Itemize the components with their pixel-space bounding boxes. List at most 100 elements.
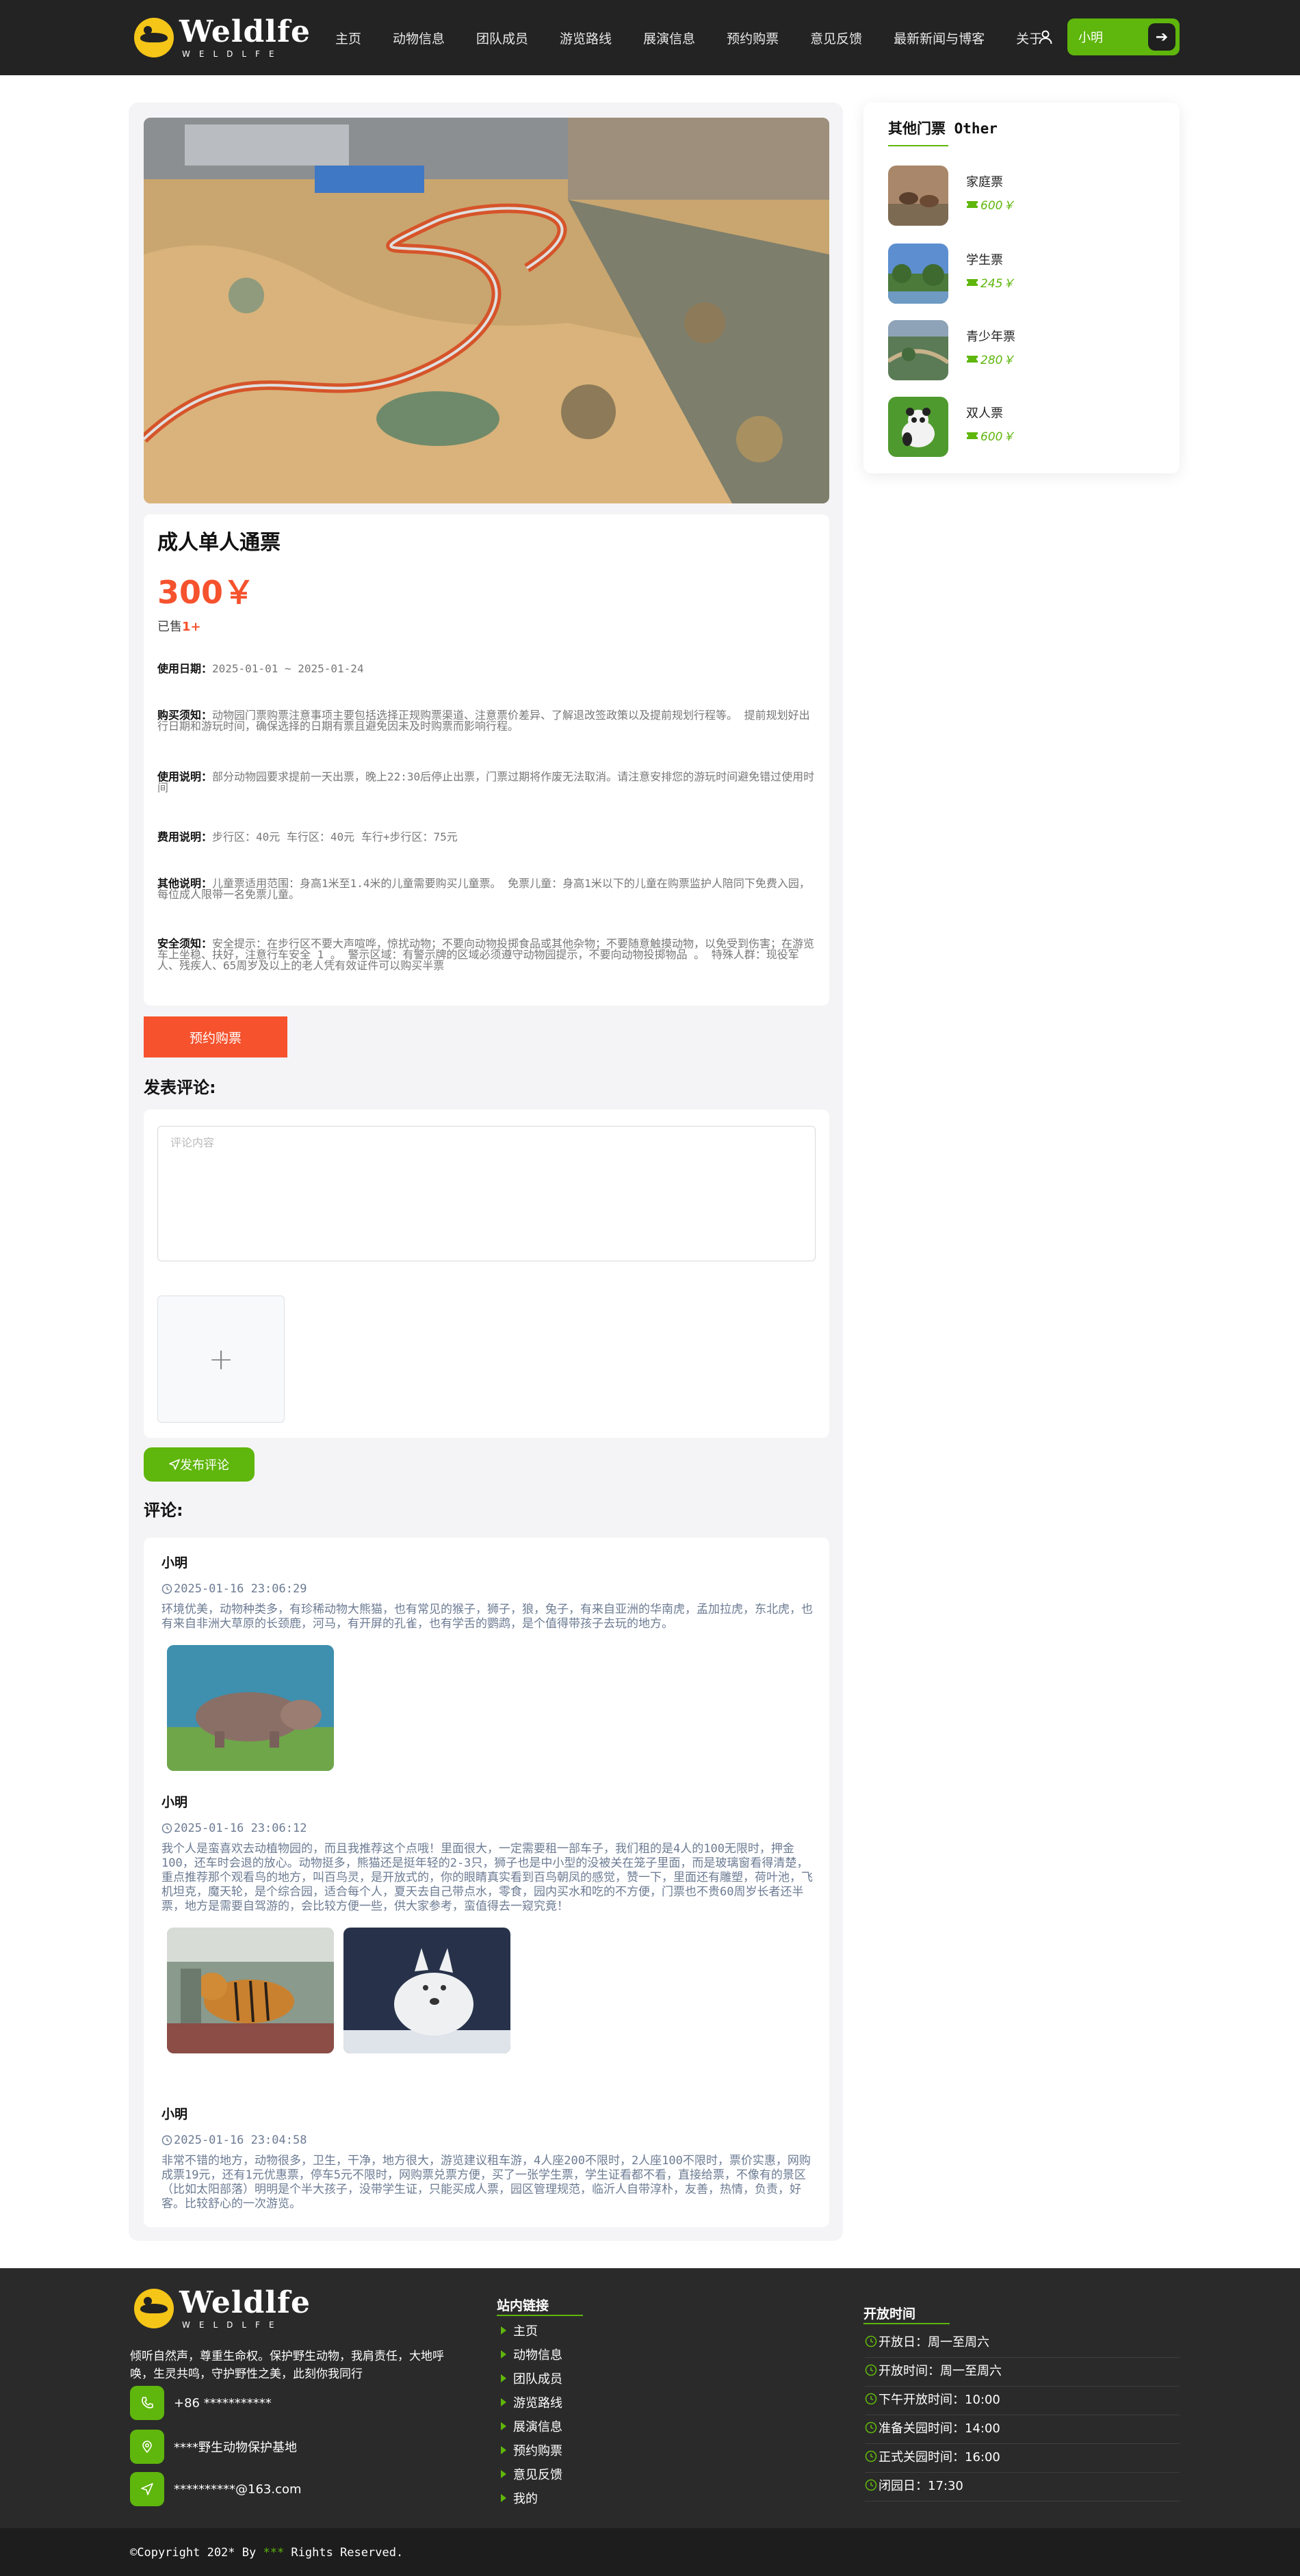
comment-time: 2025-01-16 23:06:29 (161, 1582, 816, 1596)
comment-time-text: 2025-01-16 23:06:12 (174, 1822, 307, 1835)
footer-hours-row: 闭园日：17:30 (865, 2476, 1180, 2501)
footer-contact-email[interactable]: **********@163.com (130, 2472, 302, 2506)
sidebar-ticket-name: 家庭票 (966, 175, 1003, 189)
image-upload-button[interactable]: + (157, 1296, 285, 1423)
comment-user: 小明 (161, 1795, 188, 1810)
brand-subtitle: WELDLFE (182, 49, 283, 59)
tiger-logo-icon (134, 18, 174, 57)
book-ticket-button[interactable]: 预约购票 (144, 1016, 287, 1057)
arrow-right-icon: ➔ (1148, 23, 1175, 51)
sidebar-title: 其他门票 Other (888, 120, 998, 137)
footer-links-underline (497, 2315, 583, 2316)
footer-link-feedback[interactable]: 意见反馈 (501, 2465, 562, 2483)
footer-hours-text: 闭园日：17:30 (879, 2479, 963, 2493)
info-text: 动物园门票购票注意事项主要包括选择正规购票渠道、注意票价差异、了解退改签政策以及… (157, 709, 810, 733)
info-text: 安全提示：在步行区不要大声喧哗，惊扰动物；不要向动物投掷食品或其他杂物；不要随意… (157, 937, 815, 972)
footer-hours-heading: 开放时间 (863, 2306, 916, 2322)
clock-icon (865, 2335, 877, 2348)
tiger-logo-icon (134, 2289, 174, 2328)
user-menu-button[interactable]: 小明 ➔ (1067, 18, 1180, 55)
nav-home[interactable]: 主页 (335, 29, 361, 47)
comment-time: 2025-01-16 23:04:58 (161, 2133, 816, 2147)
sidebar-ticket-couple[interactable]: 双人票 600￥ (888, 397, 1162, 458)
footer-hours-text: 准备关园时间：14:00 (879, 2421, 1000, 2436)
comment-user: 小明 (161, 1555, 188, 1570)
sidebar-ticket-youth[interactable]: 青少年票 280￥ (888, 320, 1162, 382)
brand-logo[interactable]: Weldlfe WELDLFE (134, 16, 311, 59)
comment-text: 非常不错的地方，动物很多，卫生，干净，地方很大，游览建议租车游，4人座200不限… (161, 2154, 811, 2211)
nav-team[interactable]: 团队成员 (476, 29, 528, 47)
ticket-title: 成人单人通票 (157, 531, 281, 555)
info-text: 儿童票适用范围：身高1米至1.4米的儿童需要购买儿童票。 免票儿童：身高1米以下… (157, 877, 810, 901)
hippo-photo[interactable] (167, 1645, 334, 1771)
footer-link-tickets[interactable]: 预约购票 (501, 2441, 562, 2459)
footer-hours-text: 开放日：周一至周六 (879, 2335, 989, 2350)
info-text: 2025-01-01 ~ 2025-01-24 (212, 662, 364, 675)
comment-text: 我个人是蛮喜欢去动植物园的，而且我推荐这个点哦！里面很大，一定需要租一部车子，我… (161, 1842, 813, 1913)
comment-user: 小明 (161, 2107, 188, 2122)
info-text: 步行区：40元 车行区：40元 车行+步行区：75元 (212, 830, 458, 843)
ticket-price: 300￥ (157, 574, 255, 611)
info-label: 费用说明： (157, 830, 213, 843)
main-nav: 主页 动物信息 团队成员 游览路线 展演信息 预约购票 意见反馈 最新新闻与博客… (335, 0, 1042, 75)
plus-icon: + (208, 1341, 234, 1377)
footer-contact-phone[interactable]: +86 *********** (130, 2386, 272, 2420)
footer-hours-row: 下午开放时间：10:00 (865, 2390, 1180, 2415)
footer-link-team[interactable]: 团队成员 (501, 2369, 562, 2387)
info-label: 使用日期： (157, 662, 213, 675)
comment-input[interactable]: 评论内容 (157, 1126, 816, 1261)
comment-item: 小明 2025-01-16 23:06:29 环境优美，动物种类多，有珍稀动物大… (161, 1553, 816, 1771)
ticket-icon (967, 200, 978, 208)
post-comment-button[interactable]: 发布评论 (144, 1447, 255, 1482)
clock-icon (865, 2364, 877, 2376)
nav-shows[interactable]: 展演信息 (643, 29, 695, 47)
clock-icon (161, 1823, 172, 1834)
nav-tickets[interactable]: 预约购票 (727, 29, 779, 47)
other-tickets-sidebar: 其他门票 Other 家庭票 600￥ 学生票 245￥ 青少年票 280￥ 双… (863, 103, 1180, 473)
clock-icon (161, 2135, 172, 2146)
send-icon (130, 2472, 164, 2506)
copyright-owner: *** (263, 2546, 285, 2560)
ticket-icon (967, 278, 978, 286)
phone-icon (130, 2386, 164, 2420)
post-comment-label: 发布评论 (180, 1458, 229, 1473)
clock-icon (865, 2479, 877, 2491)
tiger-photo[interactable] (167, 1928, 334, 2053)
clock-icon (161, 1583, 172, 1594)
copyright: ©Copyright 202* By *** Rights Reserved. (130, 2546, 403, 2560)
footer-hours-text: 下午开放时间：10:00 (879, 2393, 1000, 2407)
footer-contact-address[interactable]: ****野生动物保护基地 (130, 2430, 297, 2464)
footer-description: 倾听自然声，尊重生命权。保护野生动物，我肩责任，大地呼唤，生灵共鸣，守护野性之美… (130, 2350, 444, 2381)
sidebar-ticket-student[interactable]: 学生票 245￥ (888, 244, 1162, 305)
footer-brand-logo[interactable]: Weldlfe WELDLFE (134, 2287, 311, 2330)
panda-thumb (888, 397, 948, 457)
footer-hours-row: 开放日：周一至周六 (865, 2332, 1180, 2358)
footer-link-mine[interactable]: 我的 (501, 2489, 538, 2507)
footer-links-heading: 站内链接 (497, 2298, 549, 2313)
sidebar-ticket-price-text: 600￥ (980, 199, 1015, 213)
comment-text: 环境优美，动物种类多，有珍稀动物大熊猫，也有常见的猴子，狮子，狼，兔子，有来自亚… (161, 1603, 813, 1631)
user-icon[interactable] (1037, 29, 1054, 45)
wolf-photo[interactable] (343, 1928, 510, 2053)
info-purchase-notice: 购买须知：动物园门票购票注意事项主要包括选择正规购票渠道、注意票价差异、了解退改… (157, 710, 816, 732)
nav-routes[interactable]: 游览路线 (560, 29, 612, 47)
clock-icon (865, 2393, 877, 2405)
footer-hours-text: 正式关园时间：16:00 (879, 2450, 1000, 2465)
footer-link-shows[interactable]: 展演信息 (501, 2417, 562, 2435)
ticket-info-card: 成人单人通票 300￥ 已售1+ 使用日期：2025-01-01 ~ 2025-… (144, 514, 829, 1006)
footer-brand-subtitle: WELDLFE (182, 2320, 283, 2330)
footer-address-text: ****野生动物保护基地 (174, 2441, 297, 2455)
footer-link-routes[interactable]: 游览路线 (501, 2393, 562, 2411)
nav-animals[interactable]: 动物信息 (393, 29, 445, 47)
sidebar-ticket-name: 双人票 (966, 406, 1003, 421)
info-usage-instructions: 使用说明：部分动物园要求提前一天出票，晚上22:30后停止出票，门票过期将作废无… (157, 772, 816, 793)
comments-heading: 评论: (144, 1501, 183, 1520)
footer-link-animals[interactable]: 动物信息 (501, 2345, 562, 2363)
comment-time-text: 2025-01-16 23:06:29 (174, 1582, 307, 1596)
sidebar-ticket-family[interactable]: 家庭票 600￥ (888, 166, 1162, 227)
site-header: Weldlfe WELDLFE 主页 动物信息 团队成员 游览路线 展演信息 预… (0, 0, 1300, 75)
nav-news-blog[interactable]: 最新新闻与博客 (894, 29, 985, 47)
nav-feedback[interactable]: 意见反馈 (810, 29, 862, 47)
footer-link-home[interactable]: 主页 (501, 2322, 538, 2339)
footer-hours-row: 准备关园时间：14:00 (865, 2419, 1180, 2444)
